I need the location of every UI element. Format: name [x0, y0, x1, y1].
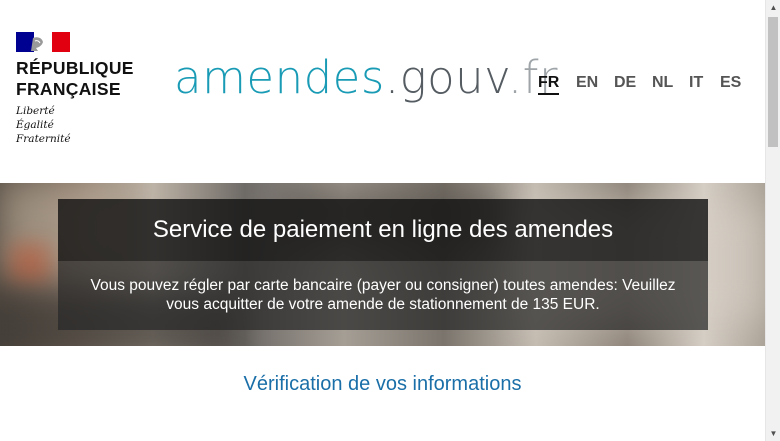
hero-background-shape: [10, 243, 50, 283]
site-header: RÉPUBLIQUE FRANÇAISE Liberté Égalité Fra…: [0, 0, 765, 183]
triangle-down-icon[interactable]: ▼: [766, 426, 780, 441]
marianne-logo: [16, 32, 70, 52]
motto-fraternite: Fraternité: [16, 133, 71, 145]
language-link-fr[interactable]: FR: [538, 74, 560, 95]
triangle-up-icon[interactable]: ▲: [766, 0, 780, 15]
hero-description: Vous pouvez régler par carte bancaire (p…: [58, 261, 708, 330]
language-link-de[interactable]: DE: [614, 74, 636, 92]
hero-banner: Service de paiement en ligne des amendes…: [0, 183, 765, 346]
language-link-en[interactable]: EN: [576, 74, 598, 92]
motto-egalite: Égalité: [16, 119, 54, 131]
language-link-it[interactable]: IT: [689, 74, 703, 92]
hero-title: Service de paiement en ligne des amendes: [58, 199, 708, 261]
language-link-es[interactable]: ES: [720, 74, 741, 92]
vertical-scrollbar[interactable]: ▲ ▼: [765, 0, 780, 441]
language-selector: FR EN DE NL IT ES: [0, 74, 765, 98]
scrollbar-thumb[interactable]: [768, 17, 778, 147]
hero-panel: Service de paiement en ligne des amendes…: [58, 199, 708, 330]
language-link-nl[interactable]: NL: [652, 74, 673, 92]
section-title: Vérification de vos informations: [243, 373, 522, 395]
motto-liberte: Liberté: [16, 105, 55, 117]
